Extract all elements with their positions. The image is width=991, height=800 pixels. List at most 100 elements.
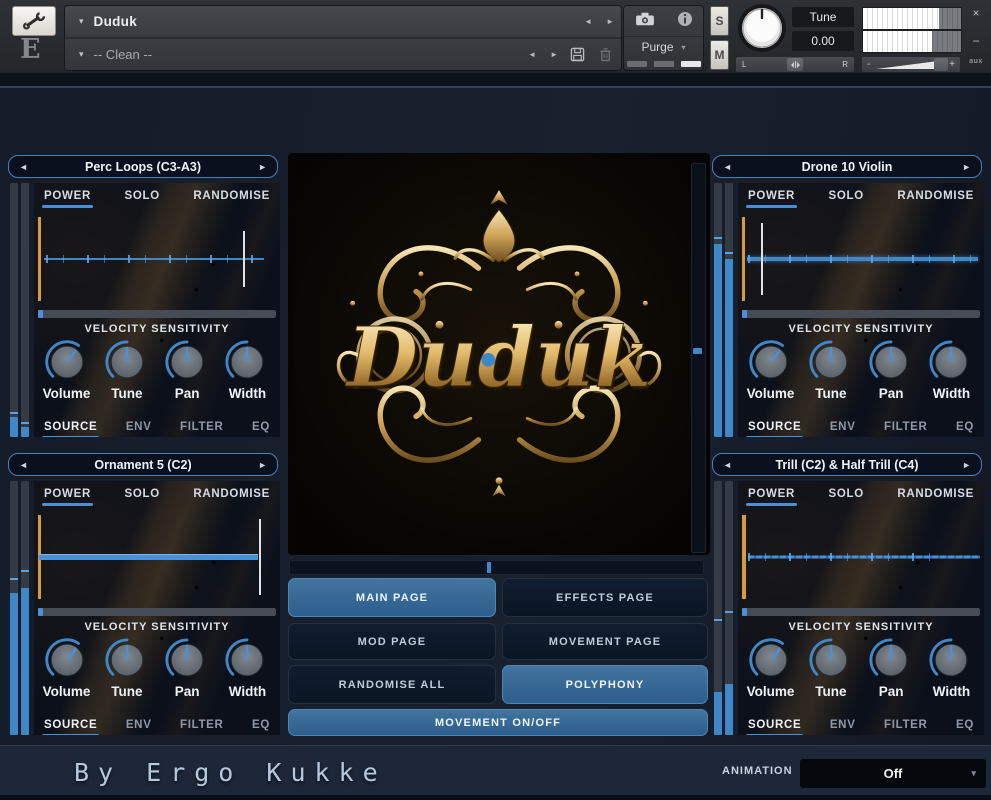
movement-page-button[interactable]: MOVEMENT PAGE bbox=[502, 623, 708, 660]
master-volume-knob[interactable] bbox=[736, 2, 788, 54]
source-tab[interactable]: SOURCE bbox=[44, 719, 97, 731]
randomise-tab[interactable]: RANDOMISE bbox=[897, 190, 974, 202]
slider-handle[interactable] bbox=[38, 310, 43, 318]
start-marker[interactable] bbox=[742, 217, 745, 301]
slider-handle[interactable] bbox=[742, 310, 747, 318]
meter-track[interactable] bbox=[714, 481, 722, 735]
save-button[interactable] bbox=[565, 45, 589, 65]
delete-button[interactable] bbox=[593, 45, 617, 65]
playhead-marker[interactable] bbox=[761, 223, 763, 295]
snapshot-camera-button[interactable] bbox=[634, 11, 656, 32]
playhead-marker[interactable] bbox=[259, 519, 261, 595]
start-marker[interactable] bbox=[742, 515, 746, 599]
level-meters[interactable] bbox=[10, 183, 29, 437]
volume-handle[interactable] bbox=[934, 58, 948, 71]
meter-track[interactable] bbox=[10, 481, 18, 735]
horizontal-scroll-handle[interactable] bbox=[487, 562, 491, 573]
solo-tab[interactable]: SOLO bbox=[124, 488, 159, 500]
power-tab[interactable]: POWER bbox=[44, 488, 91, 500]
instrument-title-row[interactable]: ▾ Duduk ◄ ► bbox=[65, 6, 621, 37]
meter-track[interactable] bbox=[725, 481, 733, 735]
tune-knob[interactable]: Tune bbox=[98, 637, 155, 699]
prev-preset-button[interactable]: ◄ bbox=[521, 46, 543, 63]
layer-selector[interactable]: ◄ Perc Loops (C3-A3) ► bbox=[8, 155, 278, 178]
purge-menu[interactable]: Purge ▾ bbox=[624, 37, 703, 57]
eq-tab[interactable]: EQ bbox=[252, 421, 270, 433]
aux-label[interactable]: aux bbox=[962, 58, 990, 65]
next-layer-icon[interactable]: ► bbox=[962, 162, 971, 172]
waveform-display[interactable] bbox=[38, 513, 276, 601]
eq-tab[interactable]: EQ bbox=[252, 719, 270, 731]
level-meters[interactable] bbox=[714, 183, 733, 437]
width-knob[interactable]: Width bbox=[923, 637, 980, 699]
power-tab[interactable]: POWER bbox=[44, 190, 91, 202]
prev-layer-icon[interactable]: ◄ bbox=[723, 460, 732, 470]
info-button[interactable] bbox=[677, 11, 693, 32]
sample-offset-slider[interactable] bbox=[742, 608, 980, 616]
layer-selector[interactable]: ◄ Ornament 5 (C2) ► bbox=[8, 453, 278, 476]
main-page-button[interactable]: MAIN PAGE bbox=[288, 578, 496, 617]
power-tab[interactable]: POWER bbox=[748, 190, 795, 202]
pan-knob[interactable]: Pan bbox=[159, 637, 216, 699]
eq-tab[interactable]: EQ bbox=[956, 719, 974, 731]
polyphony-button[interactable]: POLYPHONY bbox=[502, 665, 708, 704]
solo-button[interactable]: S bbox=[710, 6, 729, 36]
slider-handle[interactable] bbox=[742, 608, 747, 616]
filter-tab[interactable]: FILTER bbox=[884, 719, 928, 731]
waveform-display[interactable] bbox=[742, 215, 980, 303]
width-knob[interactable]: Width bbox=[219, 339, 276, 401]
source-tab[interactable]: SOURCE bbox=[748, 421, 801, 433]
vertical-scrollbar[interactable] bbox=[691, 163, 706, 553]
pan-slider[interactable]: L R bbox=[736, 57, 854, 72]
vertical-scroll-handle[interactable] bbox=[693, 348, 702, 354]
next-instrument-button[interactable]: ► bbox=[599, 13, 621, 30]
volume-minus[interactable]: - bbox=[867, 59, 870, 70]
eq-tab[interactable]: EQ bbox=[956, 421, 974, 433]
chevron-down-icon[interactable]: ▾ bbox=[79, 16, 84, 27]
prev-layer-icon[interactable]: ◄ bbox=[19, 162, 28, 172]
prev-layer-icon[interactable]: ◄ bbox=[723, 162, 732, 172]
volume-knob[interactable]: Volume bbox=[742, 339, 799, 401]
movement-onoff-button[interactable]: MOVEMENT ON/OFF bbox=[288, 709, 708, 736]
meter-track[interactable] bbox=[10, 183, 18, 437]
pan-knob[interactable]: Pan bbox=[159, 339, 216, 401]
sample-offset-slider[interactable] bbox=[742, 310, 980, 318]
next-preset-button[interactable]: ► bbox=[543, 46, 565, 63]
sample-offset-slider[interactable] bbox=[38, 608, 276, 616]
volume-knob[interactable]: Volume bbox=[742, 637, 799, 699]
meter-track[interactable] bbox=[725, 183, 733, 437]
volume-knob[interactable]: Volume bbox=[38, 339, 95, 401]
chevron-down-icon[interactable]: ▾ bbox=[79, 49, 84, 60]
output-volume-slider[interactable]: - + bbox=[862, 57, 960, 72]
solo-tab[interactable]: SOLO bbox=[828, 488, 863, 500]
filter-tab[interactable]: FILTER bbox=[180, 421, 224, 433]
randomise-all-button[interactable]: RANDOMISE ALL bbox=[288, 665, 496, 704]
source-tab[interactable]: SOURCE bbox=[748, 719, 801, 731]
prev-layer-icon[interactable]: ◄ bbox=[19, 460, 28, 470]
mute-button[interactable]: M bbox=[710, 40, 729, 70]
sample-offset-slider[interactable] bbox=[38, 310, 276, 318]
waveform-display[interactable] bbox=[38, 215, 276, 303]
tune-knob[interactable]: Tune bbox=[802, 339, 859, 401]
level-meters[interactable] bbox=[714, 481, 733, 735]
randomise-tab[interactable]: RANDOMISE bbox=[897, 488, 974, 500]
tune-value[interactable]: 0.00 bbox=[792, 31, 854, 51]
filter-tab[interactable]: FILTER bbox=[180, 719, 224, 731]
env-tab[interactable]: ENV bbox=[126, 421, 152, 433]
minimize-icon[interactable]: − bbox=[966, 34, 986, 48]
env-tab[interactable]: ENV bbox=[126, 719, 152, 731]
tune-knob[interactable]: Tune bbox=[802, 637, 859, 699]
pan-knob[interactable]: Pan bbox=[863, 339, 920, 401]
solo-tab[interactable]: SOLO bbox=[828, 190, 863, 202]
meter-track[interactable] bbox=[21, 183, 29, 437]
layer-selector[interactable]: ◄ Drone 10 Violin ► bbox=[712, 155, 982, 178]
next-layer-icon[interactable]: ► bbox=[258, 162, 267, 172]
meter-track[interactable] bbox=[21, 481, 29, 735]
pan-handle[interactable] bbox=[787, 58, 803, 71]
width-knob[interactable]: Width bbox=[219, 637, 276, 699]
prev-instrument-button[interactable]: ◄ bbox=[577, 13, 599, 30]
playhead-marker[interactable] bbox=[243, 231, 245, 287]
waveform-display[interactable] bbox=[742, 513, 980, 601]
effects-page-button[interactable]: EFFECTS PAGE bbox=[502, 578, 708, 617]
horizontal-scrollbar[interactable] bbox=[289, 560, 704, 575]
